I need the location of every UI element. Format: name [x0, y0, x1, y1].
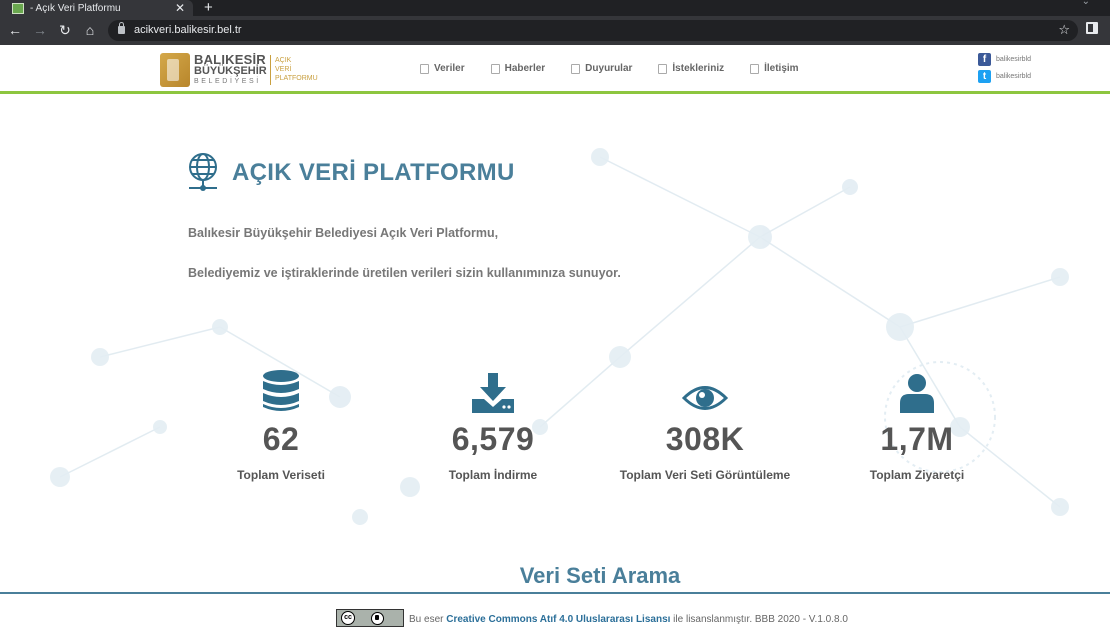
nav-label: İletişim [764, 63, 799, 74]
favicon-icon [12, 2, 24, 14]
nav-label: Veriler [434, 63, 465, 74]
document-icon [420, 63, 429, 74]
stat-label: Toplam Veriseti [237, 468, 325, 482]
stat-downloads: 6,579 Toplam İndirme [393, 367, 593, 482]
lock-icon[interactable] [118, 22, 125, 34]
stat-value: 308K [665, 421, 745, 457]
stat-label: Toplam Veri Seti Görüntüleme [619, 468, 791, 482]
facebook-icon: f [978, 53, 991, 66]
facebook-label: balikesirbld [996, 56, 1032, 63]
stat-value: 62 [262, 421, 300, 457]
attribution-icon [371, 611, 384, 625]
license-text-before: Bu eser [409, 614, 447, 625]
logo-right-1: AÇIK [275, 57, 292, 64]
logo-divider [270, 55, 271, 85]
intro-line-2: Belediyemiz ve iştiraklerinde üretilen v… [188, 266, 621, 280]
stat-value: 6,579 [451, 421, 535, 457]
main-content: AÇIK VERİ PLATFORMU Balıkesir Büyükşehir… [0, 97, 1110, 592]
cc-icon: cc [341, 611, 355, 625]
license-text-after: ile lisanslanmıştır. BBB 2020 - V.1.0.8.… [670, 614, 848, 625]
tab-search-icon[interactable]: ⌄ [1082, 0, 1090, 7]
stat-datasets: 62 Toplam Veriseti [181, 367, 381, 482]
logo-line-3: BELEDİYESİ [194, 78, 261, 85]
browser-tab[interactable]: - Açık Veri Platformu ✕ [0, 0, 193, 16]
twitter-link[interactable]: t balikesirbld [978, 70, 1031, 83]
side-panel-icon[interactable] [1086, 22, 1098, 34]
stat-views: 308K Toplam Veri Seti Görüntüleme [605, 367, 805, 482]
site-header: BALIKESİR BÜYÜKŞEHİR BELEDİYESİ AÇIK VER… [0, 45, 1110, 94]
site-logo[interactable]: BALIKESİR BÜYÜKŞEHİR BELEDİYESİ AÇIK VER… [160, 51, 330, 89]
globe-network-icon [189, 153, 217, 191]
browser-toolbar: ← → ↻ ⌂ acikveri.balikesir.bel.tr ☆ [0, 16, 1110, 45]
intro-line-1: Balıkesir Büyükşehir Belediyesi Açık Ver… [188, 226, 499, 240]
database-icon [263, 370, 299, 411]
nav-item-haberler[interactable]: Haberler [490, 63, 546, 74]
main-nav: Veriler Haberler Duyurular İstekleriniz … [420, 63, 825, 74]
page-title: AÇIK VERİ PLATFORMU [232, 159, 515, 186]
nav-item-duyurular[interactable]: Duyurular [571, 63, 632, 74]
request-icon [658, 63, 668, 74]
edit-icon [490, 63, 500, 74]
nav-label: Duyurular [585, 63, 633, 74]
license-notice: Bu eser Creative Commons Atıf 4.0 Ulusla… [409, 614, 848, 625]
bookmark-star-icon[interactable]: ☆ [1058, 22, 1070, 38]
stat-visitors: 1,7M Toplam Ziyaretçi [817, 367, 1017, 482]
home-button[interactable]: ⌂ [81, 21, 99, 39]
contact-icon [750, 63, 760, 74]
stat-label: Toplam İndirme [448, 468, 538, 482]
announcement-icon [571, 63, 581, 74]
background-network-pattern [50, 148, 1069, 525]
browser-chrome: - Açık Veri Platformu ✕ + ⌄ ← → ↻ ⌂ acik… [0, 0, 1110, 45]
site-footer: cc Bu eser Creative Commons Atıf 4.0 Ulu… [0, 592, 1110, 627]
address-bar[interactable]: acikveri.balikesir.bel.tr ☆ [108, 20, 1078, 41]
logo-right-3: PLATFORMU [275, 75, 318, 82]
twitter-icon: t [978, 70, 991, 83]
stat-value: 1,7M [880, 421, 954, 457]
download-icon [472, 373, 514, 413]
license-link[interactable]: Creative Commons Atıf 4.0 Uluslararası L… [446, 614, 670, 625]
facebook-link[interactable]: f balikesirbld [978, 53, 1031, 66]
nav-item-iletisim[interactable]: İletişim [750, 63, 799, 74]
tab-close-icon[interactable]: ✕ [175, 1, 185, 15]
forward-button[interactable]: → [31, 21, 49, 39]
user-icon [900, 374, 934, 413]
tab-strip: - Açık Veri Platformu ✕ + ⌄ [0, 0, 1110, 16]
twitter-label: balikesirbld [996, 73, 1032, 80]
logo-mark-icon [160, 53, 190, 87]
stat-label: Toplam Ziyaretçi [869, 468, 965, 482]
nav-label: İstekleriniz [672, 63, 725, 74]
tab-title: - Açık Veri Platformu [30, 2, 121, 14]
dataset-search-title: Veri Seti Arama [519, 563, 681, 588]
cc-license-badge[interactable]: cc [336, 609, 404, 627]
nav-label: Haberler [504, 63, 546, 74]
logo-right-2: VERİ [275, 66, 292, 73]
nav-item-veriler[interactable]: Veriler [420, 63, 465, 74]
logo-line-2: BÜYÜKŞEHİR [194, 65, 267, 77]
back-button[interactable]: ← [6, 21, 24, 39]
eye-icon [682, 386, 728, 410]
reload-button[interactable]: ↻ [56, 21, 74, 39]
new-tab-button[interactable]: + [204, 0, 213, 16]
nav-item-istekleriniz[interactable]: İstekleriniz [658, 63, 724, 74]
url-text[interactable]: acikveri.balikesir.bel.tr [134, 24, 242, 36]
